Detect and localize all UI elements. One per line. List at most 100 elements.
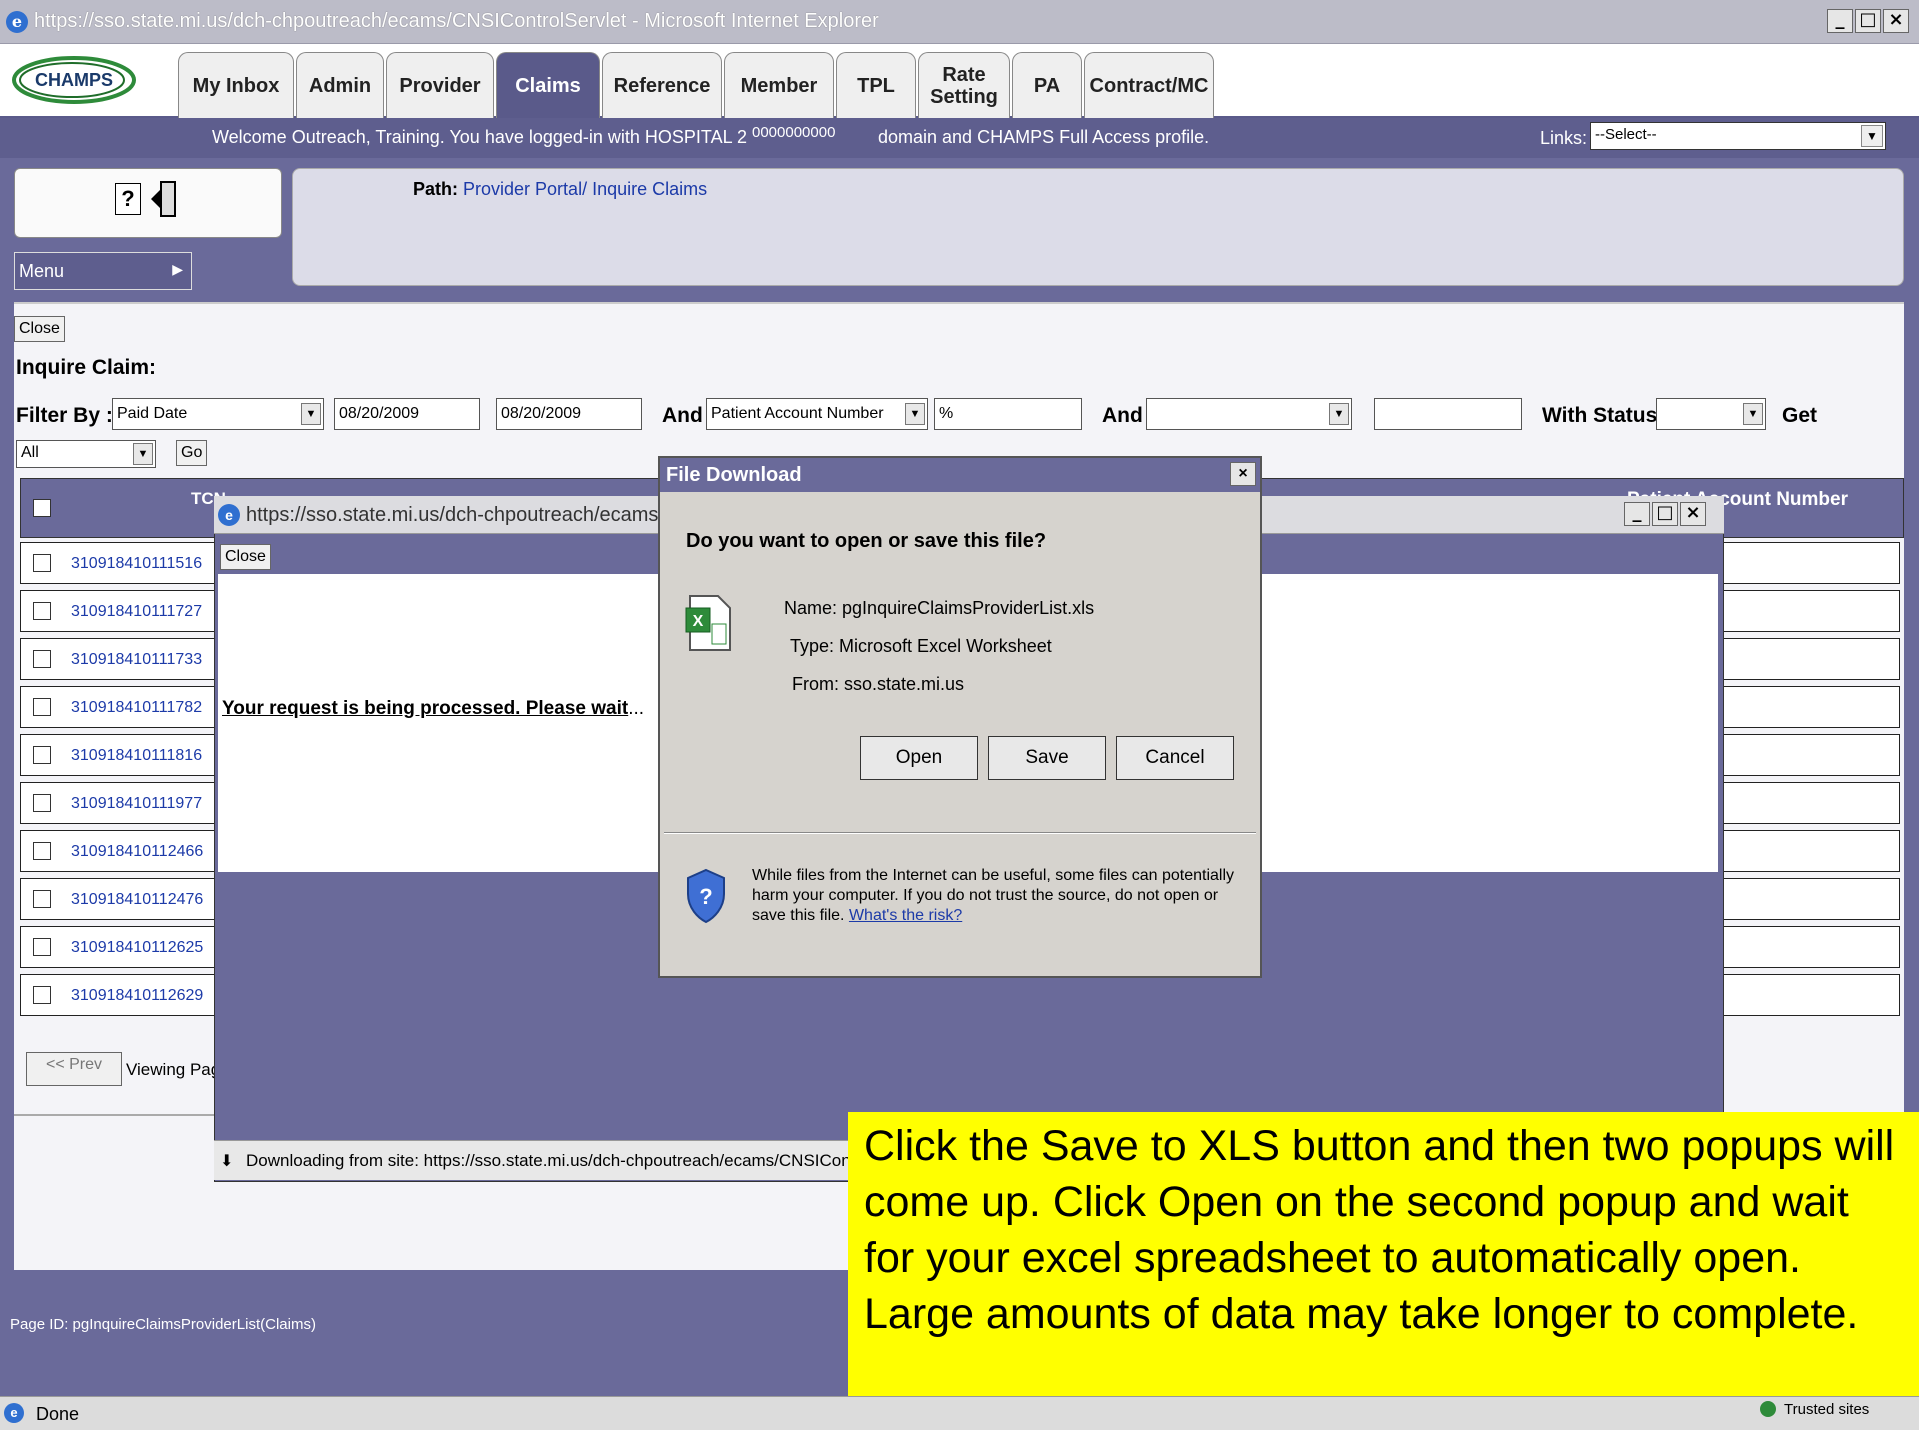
close-button[interactable]: Close [14, 316, 65, 342]
welcome-message-end: domain and CHAMPS Full Access profile. [878, 127, 1210, 147]
tab-my-inbox[interactable]: My Inbox [178, 52, 294, 118]
row-checkbox[interactable] [33, 746, 51, 764]
trusted-sites-icon [1760, 1401, 1776, 1417]
status-select[interactable]: ▼ [1656, 398, 1766, 430]
breadcrumb: Path: Provider Portal/ Inquire Claims [292, 168, 1904, 286]
show-select[interactable]: All ▼ [16, 440, 156, 468]
row-checkbox[interactable] [33, 602, 51, 620]
logout-icon[interactable] [149, 179, 179, 219]
tab-rate-setting[interactable]: Rate Setting [918, 52, 1010, 118]
links-select[interactable]: --Select-- ▼ [1590, 122, 1886, 150]
account-number: 0000000000 [752, 124, 836, 141]
filter-type-value: Paid Date [117, 405, 188, 422]
dialog-name-row: Name: pgInquireClaimsProviderList.xls [784, 598, 1094, 619]
close-icon[interactable]: × [1230, 462, 1256, 486]
chevron-down-icon[interactable]: ▼ [1861, 125, 1883, 147]
tcn-link[interactable]: 310918410111727 [71, 603, 221, 621]
zone-text: Trusted sites [1784, 1401, 1870, 1418]
breadcrumb-provider-portal[interactable]: Provider Portal/ [463, 179, 587, 199]
tcn-link[interactable]: 310918410112629 [71, 987, 221, 1005]
row-checkbox[interactable] [33, 698, 51, 716]
row-checkbox[interactable] [33, 650, 51, 668]
field3-select[interactable]: ▼ [1146, 398, 1352, 430]
excel-file-icon: X [685, 595, 731, 651]
filter-type-select[interactable]: Paid Date ▼ [112, 398, 324, 430]
field2-select[interactable]: Patient Account Number ▼ [706, 398, 928, 430]
whats-the-risk-link[interactable]: What's the risk? [849, 907, 962, 924]
menu-button[interactable]: Menu ▶ [14, 252, 192, 290]
chevron-down-icon[interactable]: ▼ [905, 403, 925, 425]
field3-value-input[interactable] [1374, 398, 1522, 430]
download-icon: ⬇ [220, 1153, 234, 1170]
chevron-down-icon[interactable]: ▼ [301, 403, 321, 425]
help-icon[interactable]: ? [115, 183, 141, 215]
row-checkbox[interactable] [33, 554, 51, 572]
chevron-down-icon[interactable]: ▼ [1743, 403, 1763, 425]
maximize-icon[interactable]: □ [1855, 9, 1881, 33]
tcn-link[interactable]: 310918410111516 [71, 555, 221, 573]
maximize-icon[interactable]: □ [1652, 502, 1678, 526]
menu-label: Menu [19, 261, 65, 281]
window-title: https://sso.state.mi.us/dch-chpoutreach/… [34, 10, 879, 32]
file-type: Microsoft Excel Worksheet [839, 636, 1052, 656]
to-date-input[interactable]: 08/20/2009 [496, 398, 642, 430]
window-controls: _ □ × [1827, 9, 1909, 33]
dialog-title: File Download [666, 464, 802, 486]
save-button[interactable]: Save [988, 736, 1106, 780]
path-label: Path: [413, 179, 458, 199]
processing-window-controls: _ □ × [1624, 502, 1706, 526]
tab-member[interactable]: Member [724, 52, 834, 118]
get-button[interactable]: Get [1782, 404, 1817, 428]
ie-icon: e [6, 10, 28, 33]
tcn-link[interactable]: 310918410111977 [71, 795, 221, 813]
and-label-2: And [1102, 404, 1143, 427]
tab-provider[interactable]: Provider [386, 52, 494, 118]
row-checkbox[interactable] [33, 842, 51, 860]
row-checkbox[interactable] [33, 794, 51, 812]
chevron-down-icon[interactable]: ▼ [133, 443, 153, 465]
cancel-button[interactable]: Cancel [1116, 736, 1234, 780]
tcn-link[interactable]: 310918410111733 [71, 651, 221, 669]
tab-contract-mc[interactable]: Contract/MC [1084, 52, 1214, 118]
ie-icon: e [4, 1403, 24, 1423]
tcn-link[interactable]: 310918410111782 [71, 699, 221, 717]
dialog-type-row: Type: Microsoft Excel Worksheet [790, 636, 1052, 657]
dialog-from-row: From: sso.state.mi.us [792, 674, 964, 695]
field2-value-input[interactable]: % [934, 398, 1082, 430]
from-date-input[interactable]: 08/20/2009 [334, 398, 480, 430]
breadcrumb-inquire-claims[interactable]: Inquire Claims [592, 179, 707, 199]
close-icon[interactable]: × [1680, 502, 1706, 526]
tcn-link[interactable]: 310918410112476 [71, 891, 221, 909]
welcome-bar: Welcome Outreach, Training. You have log… [0, 118, 1919, 158]
field2-value: Patient Account Number [711, 405, 884, 422]
with-status-label: With Status [1542, 404, 1658, 427]
logo-text: CHAMPS [35, 70, 113, 90]
dialog-warning: While files from the Internet can be use… [752, 866, 1242, 926]
dialog-title-bar: File Download × [660, 458, 1260, 492]
svg-text:?: ? [699, 884, 712, 909]
from-label: From: [792, 674, 839, 694]
tab-reference[interactable]: Reference [602, 52, 722, 118]
row-checkbox[interactable] [33, 890, 51, 908]
file-source: sso.state.mi.us [844, 674, 965, 694]
tcn-link[interactable]: 310918410111816 [71, 747, 221, 765]
processing-message: Your request is being processed. Please … [222, 698, 644, 720]
row-checkbox[interactable] [33, 986, 51, 1004]
prev-button[interactable]: << Prev [26, 1052, 122, 1086]
processing-close-button[interactable]: Close [220, 544, 271, 570]
open-button[interactable]: Open [860, 736, 978, 780]
tab-claims[interactable]: Claims [496, 52, 600, 118]
row-checkbox[interactable] [33, 938, 51, 956]
tab-admin[interactable]: Admin [296, 52, 384, 118]
go-button[interactable]: Go [176, 440, 208, 466]
chevron-down-icon[interactable]: ▼ [1329, 403, 1349, 425]
minimize-icon[interactable]: _ [1624, 502, 1650, 526]
select-all-checkbox[interactable] [33, 499, 51, 517]
file-name: pgInquireClaimsProviderList.xls [842, 598, 1095, 618]
minimize-icon[interactable]: _ [1827, 9, 1853, 33]
close-icon[interactable]: × [1883, 9, 1909, 33]
tcn-link[interactable]: 310918410112466 [71, 843, 221, 861]
tab-pa[interactable]: PA [1012, 52, 1082, 118]
tcn-link[interactable]: 310918410112625 [71, 939, 221, 957]
tab-tpl[interactable]: TPL [836, 52, 916, 118]
